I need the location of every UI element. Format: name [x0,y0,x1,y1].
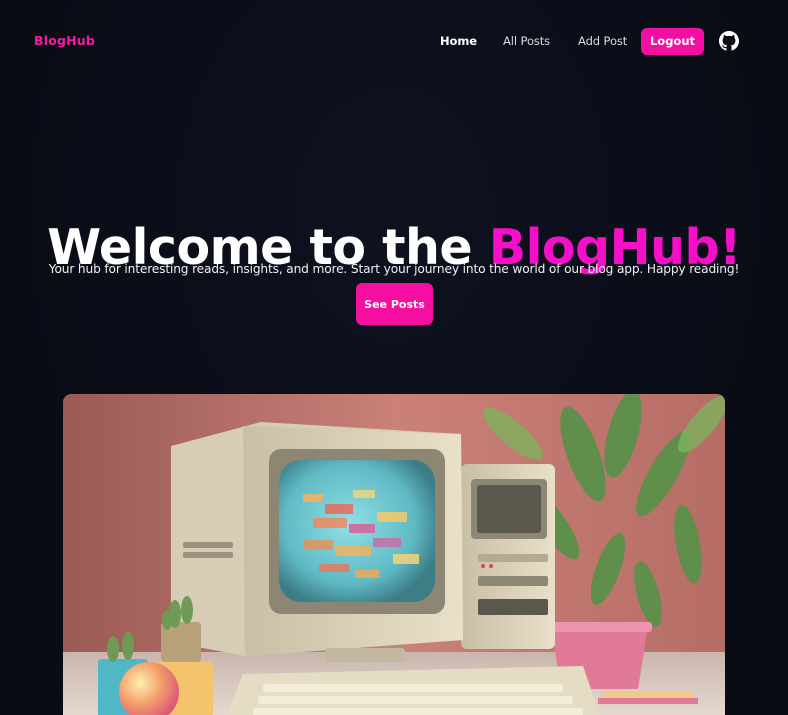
nav-link-all-posts[interactable]: All Posts [503,34,550,48]
github-icon[interactable] [719,31,739,51]
nav-link-home[interactable]: Home [440,34,477,48]
hero-subtitle: Your hub for interesting reads, insights… [48,262,740,277]
logout-button[interactable]: Logout [641,28,704,55]
nav-link-add-post[interactable]: Add Post [578,34,627,48]
brand-logo[interactable]: BlogHub [34,33,95,48]
page: BlogHub Home All Posts Add Post Logout W… [0,0,788,715]
retro-computer-illustration [63,394,725,715]
see-posts-button[interactable]: See Posts [356,283,433,325]
navbar: BlogHub Home All Posts Add Post Logout [0,0,788,84]
hero-image [63,394,725,715]
